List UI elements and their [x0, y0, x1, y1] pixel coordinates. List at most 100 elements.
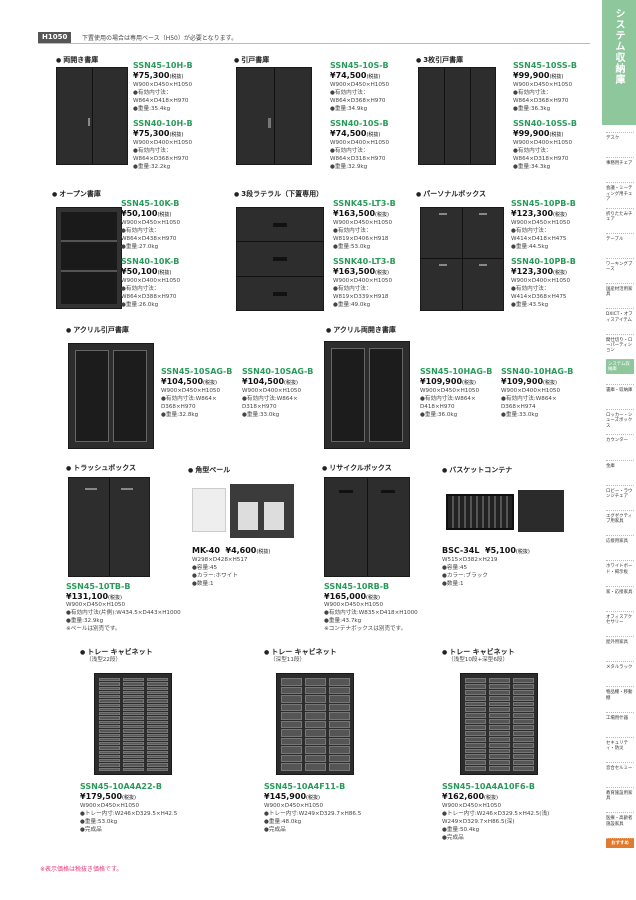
sidebar-item[interactable]: デスク	[606, 132, 634, 141]
container-stack-image	[518, 490, 564, 532]
tray-drawer	[123, 763, 144, 767]
sidebar-item[interactable]: 音合セルミー	[606, 762, 634, 771]
tray-cabinet-image	[94, 673, 172, 775]
sidebar-item[interactable]: ホワイトボード・掲示板	[606, 560, 634, 575]
price: ¥123,300(税抜)	[511, 267, 567, 276]
tray-drawer	[489, 678, 510, 683]
sidebar-item[interactable]: エグゼクティブ用家具	[606, 510, 634, 524]
tray-drawer	[465, 701, 486, 707]
tray-drawer	[147, 750, 168, 754]
sidebar-item[interactable]: 書庫・収納庫	[606, 384, 634, 393]
spec-list: W900×D450×H1050 ●トレー内寸:W249×D329.7×H86.5 ●…	[264, 803, 362, 833]
price: ¥99,900(税抜)	[513, 129, 564, 138]
sidebar-item[interactable]: 折りたたみチェア	[606, 207, 634, 222]
model-number: SSN40-10SS-B	[513, 119, 578, 128]
tray-drawer	[281, 695, 302, 703]
tray-drawer	[281, 686, 302, 695]
sidebar-item[interactable]: 応接用家具	[606, 535, 634, 544]
sidebar-item[interactable]: システム収納庫	[606, 358, 634, 375]
sidebar-item[interactable]: 物品棚・移動棚	[606, 686, 634, 701]
sidebar-item[interactable]: オフィスアクセサリー	[606, 610, 634, 625]
section-title: バスケットコンテナ	[442, 465, 512, 475]
model-number: SSN45-10SS-B	[513, 61, 578, 70]
sidebar-item[interactable]: 会議・ミーティング用チェア	[606, 182, 634, 202]
sidebar-item[interactable]: 事務用チェア	[606, 157, 634, 166]
tray-drawer	[465, 719, 486, 724]
section-subtitle: （浅型10段+深型6段）	[448, 657, 509, 663]
tray-drawer	[99, 725, 120, 729]
sidebar-item[interactable]: 家・応接家具	[606, 585, 634, 595]
sidebar-item[interactable]: カウンター	[606, 434, 634, 443]
sidebar-item[interactable]: セキュリティ・防災	[606, 736, 634, 751]
sidebar-item-osusume[interactable]: おすすめ	[606, 838, 634, 849]
tray-drawer	[123, 754, 144, 759]
tray-drawer	[147, 686, 168, 690]
tray-drawer	[465, 736, 486, 742]
spec-list: W515×D382×H219 ●容量:45 ●カラー:ブラック ●数量:1	[442, 557, 498, 587]
cabinet-image	[418, 67, 496, 165]
tray-drawer	[305, 678, 326, 686]
tray-drawer	[281, 754, 302, 763]
price: ¥99,900(税抜)	[513, 71, 564, 80]
tray-drawer	[489, 713, 510, 719]
tray-drawer	[99, 733, 120, 737]
sidebar-item[interactable]: 医療・高齢者施設家具	[606, 812, 634, 827]
tray-drawer	[147, 699, 168, 703]
sidebar-item[interactable]: DXICT・オフィスアイテム	[606, 308, 634, 323]
sidebar-item[interactable]: テーブル	[606, 232, 634, 242]
sidebar-item[interactable]: 金庫	[606, 459, 634, 469]
price: ¥123,300(税抜)	[511, 209, 567, 218]
spec-list: W900×D450×H1050 ●有効内寸法： W864×D368×H970 ●重量:…	[513, 82, 573, 112]
tray-drawer	[99, 695, 120, 699]
tray-drawer	[99, 720, 120, 724]
tray-drawer	[281, 746, 302, 754]
tray-drawer	[99, 703, 120, 707]
tray-drawer	[147, 763, 168, 767]
sidebar-item[interactable]: 教育施設用家具	[606, 787, 634, 801]
section-title: トラッシュボックス	[66, 463, 136, 473]
category-sidebar: システム収納庫 デスク事務用チェア会議・ミーティング用チェア折りたたみチェアテー…	[602, 0, 636, 900]
model-number: SSN45-10A4A22-B	[80, 782, 162, 791]
tray-drawer	[305, 695, 326, 703]
tray-drawer	[513, 766, 534, 771]
sidebar-item[interactable]: ロッカー・シューズボックス	[606, 409, 634, 429]
tray-drawer	[465, 742, 486, 748]
section-title: 引戸書庫	[234, 55, 269, 65]
header-note: 下置使用の場合は専用ベース（H50）が必要となります。	[82, 35, 238, 42]
model-number: SSNK45-LT3-B	[333, 199, 396, 208]
sidebar-item[interactable]: 間仕切り・ローパーティション	[606, 333, 634, 354]
sidebar-item[interactable]: 国産材活用家具	[606, 283, 634, 297]
tray-drawer	[147, 690, 168, 695]
tray-drawer	[329, 712, 350, 720]
tray-drawer	[513, 683, 534, 689]
spec-list: W900×D400×H1050 ●有効内寸法： W864×D318×H970 ●重量:…	[330, 140, 390, 170]
tray-drawer	[465, 678, 486, 683]
model-number: SSN45-10S-B	[330, 61, 389, 70]
container-image	[446, 494, 514, 530]
sidebar-item[interactable]: ロビー・ラウンジチェア	[606, 484, 634, 499]
sidebar-item[interactable]: 屋外用家具	[606, 636, 634, 645]
spec-list: W298×D428×H517 ●容量:45 ●カラー:ホワイト ●数量:1	[192, 557, 248, 587]
tray-drawer	[513, 719, 534, 724]
tray-drawer	[123, 686, 144, 690]
section-title: 3段ラテラル（下置専用）	[234, 189, 323, 199]
tray-drawer	[513, 742, 534, 748]
model-number: SSN40-10SAG-B	[242, 367, 314, 376]
model-number: SSN45-10TB-B	[66, 582, 131, 591]
price: ¥179,500(税抜)	[80, 792, 136, 801]
price: ¥145,900(税抜)	[264, 792, 320, 801]
sidebar-item[interactable]: ワーキングブース	[606, 258, 634, 272]
sidebar-item[interactable]: 工場用什器	[606, 711, 634, 721]
price: ¥165,000(税抜)	[324, 592, 380, 601]
price: ¥162,600(税抜)	[442, 792, 498, 801]
tray-drawer	[147, 712, 168, 716]
sidebar-item[interactable]: メタルラック	[606, 661, 634, 670]
tray-drawer	[305, 763, 326, 771]
spec-list: W900×D400×H1050 ●有効内寸法： W864×D388×H970 ●重量:…	[121, 278, 181, 308]
spec-list: W900×D450×H1050 ●有効内寸法： W864×D418×H970 ●重量:…	[133, 82, 193, 112]
tray-drawer	[489, 719, 510, 724]
section-subtitle: （浅型22段）	[86, 657, 122, 663]
tray-drawer	[123, 725, 144, 729]
model-number: SSN45-10RB-B	[324, 582, 390, 591]
price: ¥163,500(税抜)	[333, 267, 389, 276]
